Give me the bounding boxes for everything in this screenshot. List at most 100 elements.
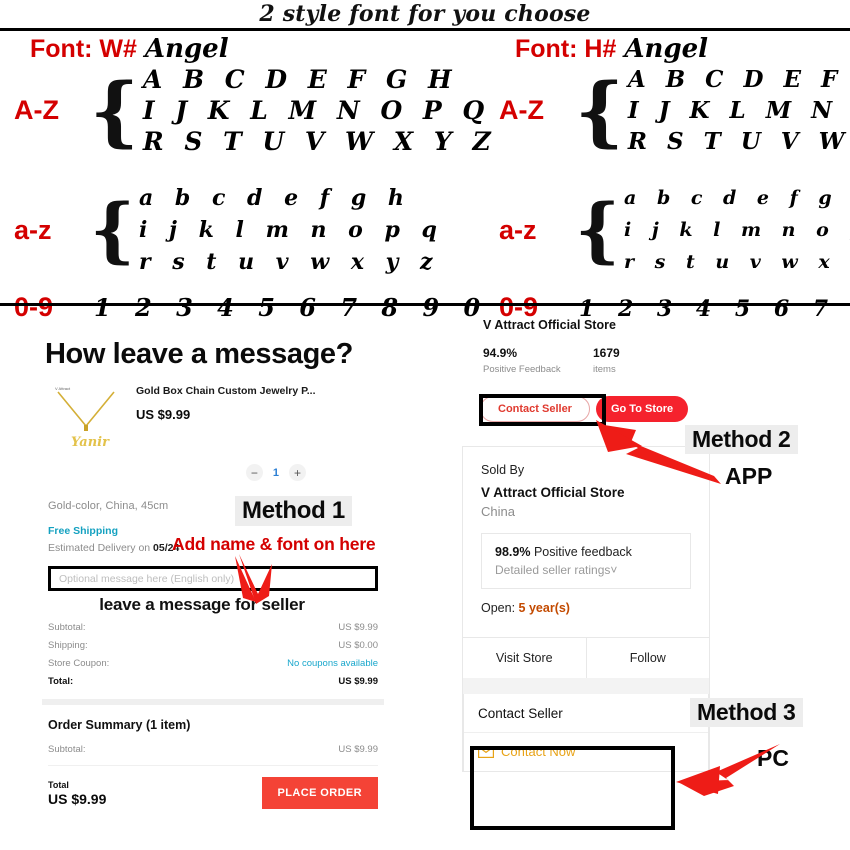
- feedback-label: Positive feedback: [533, 545, 632, 559]
- glyph-row: r s t u v w x y z: [139, 249, 440, 275]
- summary-row: Shipping: US $0.00: [48, 640, 378, 651]
- product-row: V Attract Yanir Gold Box Chain Custom Je…: [48, 378, 378, 460]
- contact-now-highlight-box: [470, 746, 675, 830]
- brace-icon: {: [575, 187, 621, 271]
- glyph-row: a b c d e f g h: [139, 185, 411, 211]
- order-summary-key: Subtotal:: [48, 744, 86, 755]
- page-title: 2 style font for you choose: [259, 1, 591, 27]
- glyph-row: a b c d e f g h: [624, 187, 850, 209]
- summary-value[interactable]: No coupons available: [287, 658, 378, 669]
- store-stat-items: 1679 items: [593, 346, 703, 375]
- font-showcase-section: 2 style font for you choose Font: W# Ang…: [0, 0, 850, 322]
- checkout-footer: Total US $9.99 PLACE ORDER: [48, 777, 378, 809]
- tab-visit-store[interactable]: Visit Store: [463, 638, 586, 678]
- store-title: V Attract Official Store: [483, 318, 616, 332]
- brace-icon: {: [90, 187, 136, 271]
- product-name: Gold Box Chain Custom Jewelry P...: [136, 385, 316, 397]
- place-order-button[interactable]: PLACE ORDER: [261, 777, 378, 809]
- quantity-value: 1: [272, 466, 279, 479]
- sold-by-country: China: [481, 504, 515, 519]
- summary-value: US $0.00: [338, 640, 378, 651]
- font-w-uppercase-label: A-Z: [14, 95, 59, 125]
- store-tabs: Visit Store Follow: [463, 637, 709, 678]
- summary-key: Store Coupon:: [48, 658, 110, 669]
- method-3-arrow-icon: [676, 744, 780, 796]
- method-2-arrow-icon: [596, 420, 721, 484]
- tabs-separator: [463, 678, 709, 694]
- glyph-row: i j k l m n o p q: [624, 219, 850, 241]
- font-h-lowercase-rows: a b c d e f g h i j k l m n o p q r s t …: [624, 182, 850, 278]
- font-panel-w-label: Font: W#: [30, 35, 137, 63]
- estimated-delivery-label: Estimated Delivery on: [48, 542, 151, 554]
- order-summary-value: US $9.99: [338, 744, 378, 755]
- feedback-box: 98.9% Positive feedback Detailed seller …: [481, 533, 691, 589]
- font-panel-h: Font: H# Angel A-Z { A B C D E F G H I J…: [425, 30, 850, 322]
- font-w-lowercase-group: a-z { a b c d e f g h i j k l m n o p q …: [14, 182, 444, 278]
- contact-seller-card-title: Contact Seller: [464, 694, 708, 733]
- store-stat-number: 1679: [593, 346, 620, 360]
- summary-row-total: Total: US $9.99: [48, 676, 378, 687]
- sold-by-card: Sold By V Attract Official Store China 9…: [462, 446, 710, 772]
- feedback-line: 98.9% Positive feedback: [495, 545, 677, 559]
- page-root: 2 style font for you choose Font: W# Ang…: [0, 0, 850, 850]
- glyph-row: i j k l m n o p q: [139, 217, 444, 243]
- store-open-duration: Open: 5 year(s): [481, 589, 691, 627]
- store-stat-caption: items: [593, 364, 616, 375]
- header-title-bar: 2 style font for you choose: [0, 0, 850, 28]
- font-h-uppercase-label: A-Z: [499, 95, 544, 125]
- font-panel-w-heading: Font: W# Angel: [30, 34, 229, 64]
- font-panel-h-heading: Font: H# Angel: [515, 34, 708, 64]
- summary-row-coupon[interactable]: Store Coupon: No coupons available: [48, 658, 378, 669]
- method-2-platform: APP: [725, 463, 773, 489]
- how-to-title: How leave a message?: [45, 338, 353, 370]
- store-stats: 94.9% Positive Feedback 1679 items: [483, 346, 713, 375]
- contact-seller-highlight-box: [479, 394, 606, 426]
- summary-key: Total:: [48, 676, 74, 687]
- font-h-uppercase-group: A-Z { A B C D E F G H I J K L M N O P Q …: [499, 64, 850, 157]
- svg-text:Yanir: Yanir: [71, 435, 110, 450]
- summary-row: Subtotal: US $9.99: [48, 622, 378, 633]
- order-summary-row: Subtotal: US $9.99: [48, 744, 378, 766]
- footer-total: Total US $9.99: [48, 780, 106, 807]
- store-open-years: 5 year(s): [518, 601, 570, 615]
- brace-icon: {: [90, 66, 139, 155]
- summary-key: Shipping:: [48, 640, 88, 651]
- quantity-decrease-button[interactable]: −: [245, 464, 263, 481]
- leave-message-caption: leave a message for seller: [99, 595, 305, 614]
- store-stat-number: 94.9%: [483, 346, 518, 360]
- glyph-row: r s t u v w x y z: [624, 251, 850, 273]
- font-w-lowercase-label: a-z: [14, 214, 52, 245]
- quantity-increase-button[interactable]: +: [289, 464, 306, 481]
- feedback-percent: 98.9%: [495, 545, 531, 559]
- font-panel-w-sample: Angel: [144, 34, 229, 64]
- message-input[interactable]: Optional message here (English only): [48, 566, 378, 591]
- footer-total-label: Total: [48, 779, 69, 790]
- order-summary-title: Order Summary (1 item): [48, 718, 191, 732]
- font-h-lowercase-group: a-z { a b c d e f g h i j k l m n o p q …: [499, 182, 850, 278]
- brace-icon: {: [575, 66, 624, 155]
- tab-follow[interactable]: Follow: [585, 638, 710, 678]
- quantity-stepper[interactable]: − 1 +: [48, 464, 378, 481]
- font-h-uppercase-rows: A B C D E F G H I J K L M N O P Q R S T …: [628, 64, 850, 157]
- summary-key: Subtotal:: [48, 622, 86, 633]
- method-3-badge: Method 3: [690, 698, 803, 727]
- footer-total-amount: US $9.99: [48, 790, 107, 807]
- font-h-lowercase-label: a-z: [499, 214, 537, 245]
- summary-value: US $9.99: [338, 622, 378, 633]
- mobile-checkout-mockup: V Attract Yanir Gold Box Chain Custom Je…: [42, 378, 384, 809]
- svg-text:V Attract: V Attract: [55, 386, 71, 391]
- product-thumbnail: V Attract Yanir: [48, 378, 126, 460]
- glyph-row: I J K L M N O P Q: [627, 97, 850, 124]
- store-stat-caption: Positive Feedback: [483, 364, 561, 375]
- section-separator: [42, 699, 384, 705]
- message-input-placeholder: Optional message here (English only): [59, 572, 235, 585]
- method-1-badge: Method 1: [235, 496, 352, 526]
- font-w-lowercase-rows: a b c d e f g h i j k l m n o p q r s t …: [139, 182, 444, 278]
- glyph-row: A B C D E F G H: [627, 66, 850, 93]
- store-stat-feedback: 94.9% Positive Feedback: [483, 346, 593, 375]
- font-panel-w: Font: W# Angel A-Z { A B C D E F G H I J…: [0, 30, 491, 322]
- detailed-seller-ratings-link[interactable]: Detailed seller ratings˅: [495, 563, 677, 577]
- how-to-leave-message-section: How leave a message? V Attract Yanir Gol…: [0, 306, 425, 850]
- font-panel-h-label: Font: H#: [515, 35, 617, 63]
- product-info: Gold Box Chain Custom Jewelry P... US $9…: [136, 378, 316, 460]
